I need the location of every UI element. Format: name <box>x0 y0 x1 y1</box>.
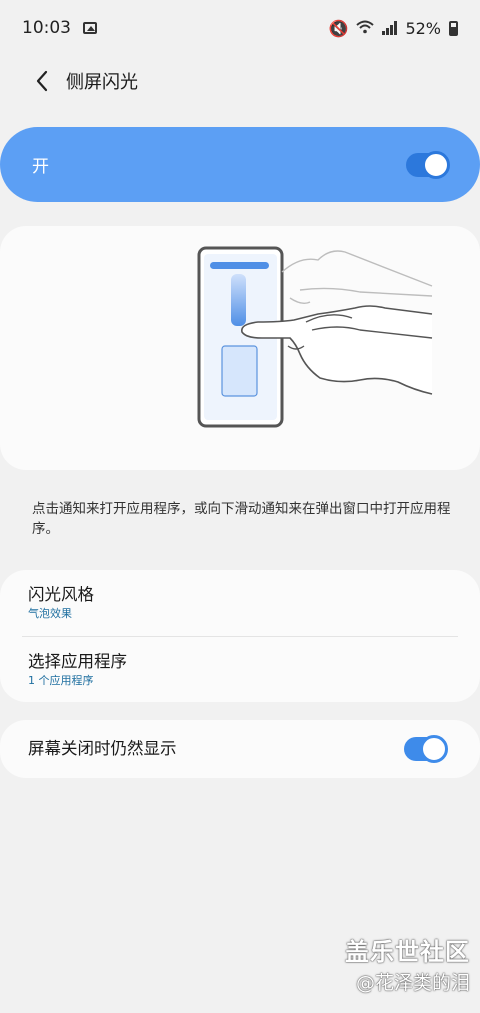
screen-off-setting[interactable]: 屏幕关闭时仍然显示 <box>0 720 480 778</box>
flash-style-setting[interactable]: 闪光风格 气泡效果 <box>28 584 458 621</box>
divider <box>22 636 458 637</box>
select-apps-setting[interactable]: 选择应用程序 1 个应用程序 <box>28 651 458 688</box>
battery-icon <box>449 20 458 36</box>
master-switch-bar[interactable]: 开 <box>0 127 480 202</box>
back-button[interactable] <box>22 61 62 101</box>
master-toggle[interactable] <box>406 150 450 179</box>
toggle-knob <box>422 150 450 179</box>
app-header: 侧屏闪光 <box>0 56 480 106</box>
battery-percent: 52% <box>405 18 441 38</box>
screen-off-toggle[interactable] <box>404 735 448 763</box>
watermark-title: 盖乐世社区 <box>345 938 470 966</box>
watermark-author: @花泽类的泪 <box>355 972 470 994</box>
chevron-left-icon <box>36 70 48 92</box>
wifi-icon <box>356 19 375 38</box>
mute-icon: 🔇 <box>328 18 349 38</box>
signal-icon <box>382 21 398 35</box>
flash-style-value: 气泡效果 <box>28 607 72 620</box>
status-bar: 10:03 🔇 52% <box>0 0 480 56</box>
flash-style-label: 闪光风格 <box>28 585 94 604</box>
select-apps-label: 选择应用程序 <box>28 652 127 671</box>
settings-group: 闪光风格 气泡效果 选择应用程序 1 个应用程序 <box>0 570 480 702</box>
status-time: 10:03 <box>22 18 71 38</box>
toggle-knob <box>420 735 448 763</box>
select-apps-value: 1 个应用程序 <box>28 674 94 687</box>
edge-lighting-illustration <box>0 226 480 470</box>
status-indicators: 🔇 52% <box>329 19 458 38</box>
master-switch-label: 开 <box>32 157 49 177</box>
image-notification-icon <box>83 22 97 34</box>
feature-description: 点击通知来打开应用程序，或向下滑动通知来在弹出窗口中打开应用程序。 <box>32 501 451 537</box>
phone-hand-illustration <box>197 246 433 428</box>
page-title: 侧屏闪光 <box>66 72 138 93</box>
screen-off-label: 屏幕关闭时仍然显示 <box>28 739 177 758</box>
